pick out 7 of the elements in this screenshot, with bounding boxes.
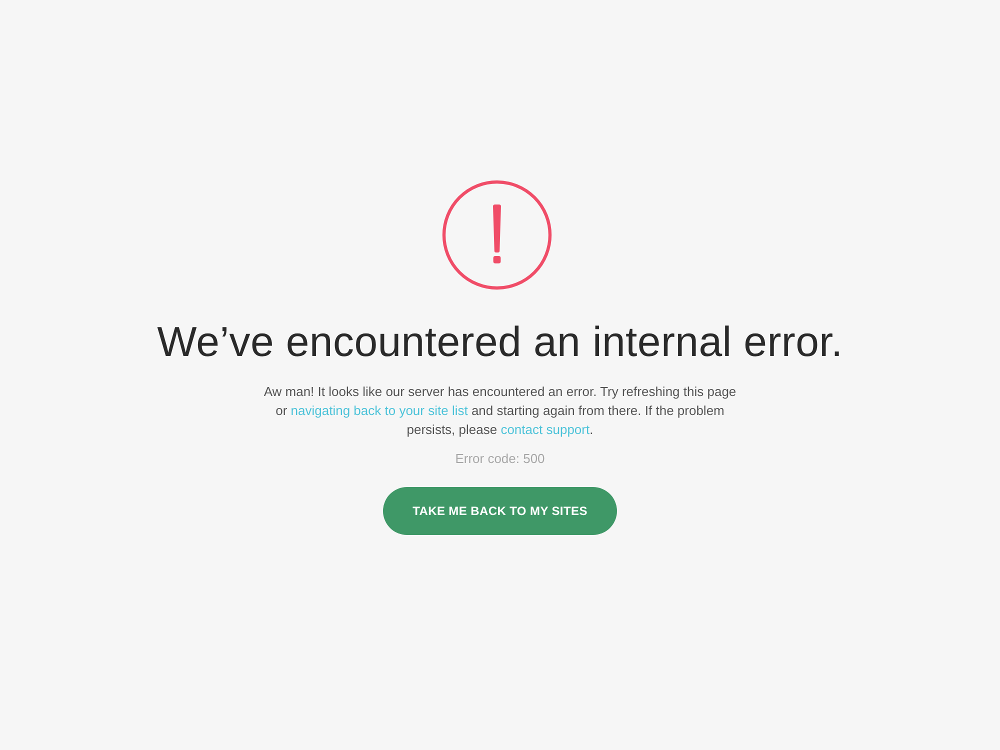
error-code: Error code: 500 <box>455 450 545 468</box>
error-message: Aw man! It looks like our server has encountered an error. Try refreshing this page or navigating back to your site list and starting again from there. If the problem persists, please contact support. <box>262 383 738 439</box>
back-to-sites-button[interactable]: TAKE ME BACK TO MY SITES <box>383 487 617 535</box>
error-heading: We’ve encountered an internal error. <box>157 317 843 367</box>
exclamation-circle-icon <box>441 179 553 291</box>
message-link[interactable]: contact support <box>500 422 590 437</box>
message-link[interactable]: navigating back to your site list <box>290 403 468 418</box>
